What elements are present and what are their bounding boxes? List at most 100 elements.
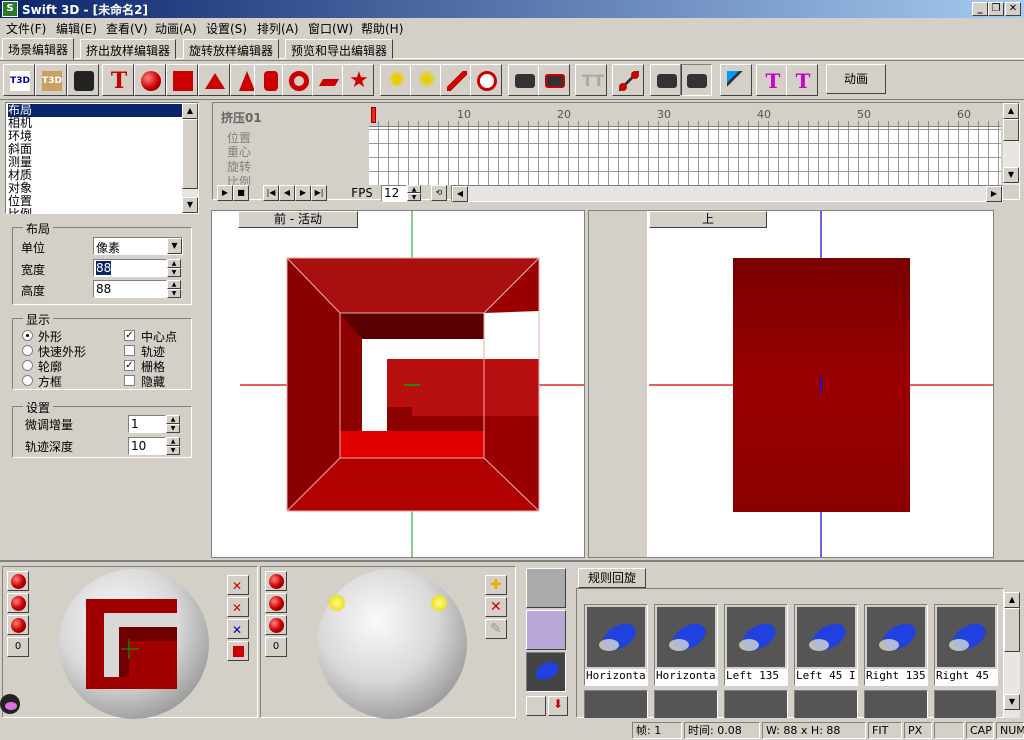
animate-button[interactable]: 动画	[826, 64, 886, 94]
light-brush-icon[interactable]	[440, 64, 472, 96]
list-item[interactable]: 位置	[8, 195, 184, 208]
light-rotate-x-icon[interactable]	[265, 571, 287, 591]
scroll-thumb[interactable]	[182, 119, 198, 189]
next-frame-icon[interactable]: ▶	[295, 185, 311, 201]
light-dot-icon[interactable]	[431, 595, 447, 611]
gallery-item[interactable]: Horizontal	[654, 604, 718, 686]
top-viewport[interactable]: 上	[588, 210, 994, 558]
gallery-item[interactable]: Horizontal	[584, 604, 648, 686]
menu-edit[interactable]: 编辑(E)	[56, 20, 97, 37]
fps-field[interactable]: 12	[381, 185, 407, 202]
playhead[interactable]	[371, 107, 376, 123]
material-palette-icon[interactable]	[526, 568, 566, 608]
scroll-down-icon[interactable]: ▼	[1003, 167, 1019, 183]
lock-z-icon[interactable]: ✕	[227, 619, 249, 639]
torus-icon[interactable]	[282, 64, 314, 96]
zoom-tool-icon[interactable]	[720, 64, 752, 96]
prev-frame-icon[interactable]: ◀	[279, 185, 295, 201]
trail-depth-field[interactable]: 10	[128, 437, 166, 455]
list-item[interactable]: 相机	[8, 117, 184, 130]
menu-animation[interactable]: 动画(A)	[155, 20, 197, 37]
trail-depth-spinner[interactable]: ▲ ▼	[166, 437, 180, 455]
track-scale[interactable]: 比例	[227, 173, 251, 185]
menu-settings[interactable]: 设置(S)	[206, 20, 247, 37]
scroll-thumb[interactable]	[1003, 119, 1019, 141]
tab-scene-editor[interactable]: 场景编辑器	[2, 38, 75, 60]
scroll-up-icon[interactable]: ▲	[182, 103, 198, 119]
timeline-vscroll[interactable]: ▲ ▼	[1003, 103, 1019, 185]
object-trackball[interactable]	[59, 569, 209, 719]
timeline-hscroll[interactable]: ◀ ▶	[451, 185, 1003, 202]
scroll-thumb[interactable]	[1004, 608, 1020, 652]
menu-window[interactable]: 窗口(W)	[308, 20, 353, 37]
gallery-scrollbar[interactable]: ▲ ▼	[1004, 592, 1020, 718]
spot-light-icon[interactable]: ✺	[410, 64, 442, 96]
radio-shape[interactable]	[22, 330, 33, 341]
width-spinner[interactable]: ▲ ▼	[167, 259, 181, 277]
animation-palette-icon[interactable]	[526, 652, 566, 692]
camera-orbit-icon[interactable]	[680, 64, 712, 96]
light-target-icon[interactable]	[470, 64, 502, 96]
list-item[interactable]: 环境	[8, 130, 184, 143]
gallery-item[interactable]: Left 45 I	[794, 604, 858, 686]
menu-view[interactable]: 查看(V)	[106, 20, 148, 37]
apply-palette-icon[interactable]: ⬇	[548, 696, 568, 716]
light-settings-icon[interactable]: ✎	[485, 619, 507, 639]
check-grid[interactable]: ✓	[124, 360, 135, 371]
list-item[interactable]: 对象	[8, 182, 184, 195]
remove-light-icon[interactable]: ✕	[485, 597, 507, 617]
text-pink-icon[interactable]: T	[756, 64, 788, 96]
front-viewport[interactable]: 前 - 活动	[211, 210, 585, 558]
light-reset-button[interactable]: 0	[265, 637, 287, 657]
light-rotate-y-icon[interactable]	[265, 593, 287, 613]
menu-arrange[interactable]: 排列(A)	[257, 20, 299, 37]
close-button[interactable]: ✕	[1005, 2, 1021, 16]
radio-outline[interactable]	[22, 360, 33, 371]
light-rotate-z-icon[interactable]	[265, 615, 287, 635]
loop-icon[interactable]: ⟲	[431, 185, 447, 201]
height-field[interactable]: 88	[93, 280, 167, 298]
gallery-item[interactable]: Left 135	[724, 604, 788, 686]
height-spinner[interactable]: ▲ ▼	[167, 280, 181, 298]
scroll-left-icon[interactable]: ◀	[452, 186, 468, 202]
text-pink-alt-icon[interactable]: T	[786, 64, 818, 96]
rotate-y-icon[interactable]	[7, 593, 29, 613]
last-frame-icon[interactable]: ▶|	[311, 185, 327, 201]
palette-option-icon[interactable]	[526, 696, 546, 716]
radio-fast-shape[interactable]	[22, 345, 33, 356]
sphere-icon[interactable]	[134, 64, 166, 96]
lock-all-icon[interactable]	[227, 641, 249, 661]
group-icon[interactable]	[612, 64, 644, 96]
cube-icon[interactable]	[166, 64, 198, 96]
import-icon[interactable]	[67, 64, 99, 96]
add-light-icon[interactable]: ✚	[485, 575, 507, 595]
rotate-x-icon[interactable]	[7, 571, 29, 591]
scroll-up-icon[interactable]: ▲	[1003, 103, 1019, 119]
list-item[interactable]: 材质	[8, 169, 184, 182]
lock-y-icon[interactable]: ✕	[227, 597, 249, 617]
nudge-field[interactable]: 1	[128, 415, 166, 433]
light-dot-icon[interactable]	[329, 595, 345, 611]
pyramid-icon[interactable]	[198, 64, 230, 96]
rotate-z-icon[interactable]	[7, 615, 29, 635]
text3d-icon[interactable]: T3D	[3, 64, 35, 96]
gallery-item[interactable]: Right 135	[864, 604, 928, 686]
chevron-down-icon[interactable]: ▼	[167, 238, 182, 254]
camera-move-icon[interactable]	[650, 64, 682, 96]
gallery-tab[interactable]: 规则回旋	[578, 568, 646, 588]
gallery-item[interactable]: Right 45	[934, 604, 998, 686]
list-item[interactable]: 测量	[8, 156, 184, 169]
light-trackball[interactable]	[317, 569, 467, 719]
plane-icon[interactable]	[312, 64, 344, 96]
list-item[interactable]: 比例	[8, 208, 184, 214]
scroll-down-icon[interactable]: ▼	[1004, 694, 1020, 710]
tab-lathe-editor[interactable]: 旋转放样编辑器	[183, 39, 280, 59]
property-list[interactable]: 布局 相机 环境 斜面 测量 材质 对象 位置 比例 ▲ ▼	[5, 102, 199, 214]
stop-icon[interactable]: ■	[233, 185, 249, 201]
nudge-spinner[interactable]: ▲ ▼	[166, 415, 180, 433]
check-center[interactable]: ✓	[124, 330, 135, 341]
menu-help[interactable]: 帮助(H)	[361, 20, 403, 37]
star-icon[interactable]: ★	[342, 64, 374, 96]
scroll-right-icon[interactable]: ▶	[986, 186, 1002, 202]
restore-button[interactable]: ❐	[988, 2, 1004, 16]
